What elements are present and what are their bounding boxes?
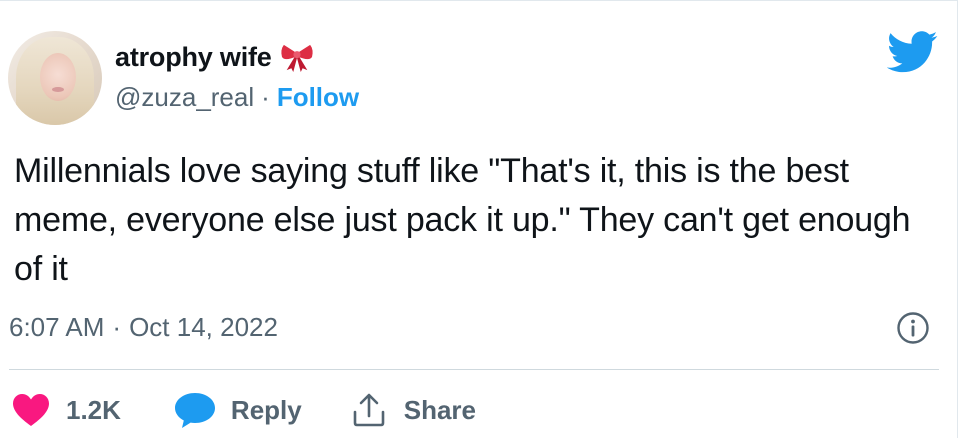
action-bar: 1.2K Reply Share xyxy=(12,385,476,435)
handle-row: @zuza_real · Follow xyxy=(115,81,359,113)
handle-separator: · xyxy=(261,81,270,112)
name-row: atrophy wife xyxy=(115,39,314,75)
share-button[interactable]: Share xyxy=(352,392,476,428)
avatar-face xyxy=(40,53,76,101)
divider xyxy=(9,369,939,370)
tweet-date: Oct 14, 2022 xyxy=(129,311,278,342)
ribbon-bow-icon xyxy=(281,44,313,72)
tweet-time: 6:07 AM xyxy=(9,311,105,342)
timestamp-separator: · xyxy=(112,311,122,342)
tweet-timestamp[interactable]: 6:07 AM · Oct 14, 2022 xyxy=(9,307,278,347)
avatar-lips xyxy=(52,87,64,92)
tweet-card: atrophy wife @zuza_real · Follow Millenn… xyxy=(0,0,958,438)
avatar[interactable] xyxy=(8,31,102,125)
follow-link[interactable]: Follow xyxy=(277,82,359,113)
like-button[interactable]: 1.2K xyxy=(12,393,121,427)
reply-button[interactable]: Reply xyxy=(173,391,302,429)
reply-label: Reply xyxy=(230,394,302,425)
like-count: 1.2K xyxy=(66,394,121,425)
info-icon[interactable] xyxy=(896,311,930,345)
twitter-bird-icon[interactable] xyxy=(887,31,939,73)
user-handle[interactable]: @zuza_real xyxy=(115,82,254,113)
tweet-text: Millennials love saying stuff like "That… xyxy=(14,152,911,288)
display-name[interactable]: atrophy wife xyxy=(115,42,272,73)
heart-icon xyxy=(13,394,49,426)
share-arrow-icon xyxy=(353,393,385,427)
speech-bubble-icon xyxy=(174,393,215,428)
share-label: Share xyxy=(403,394,476,425)
